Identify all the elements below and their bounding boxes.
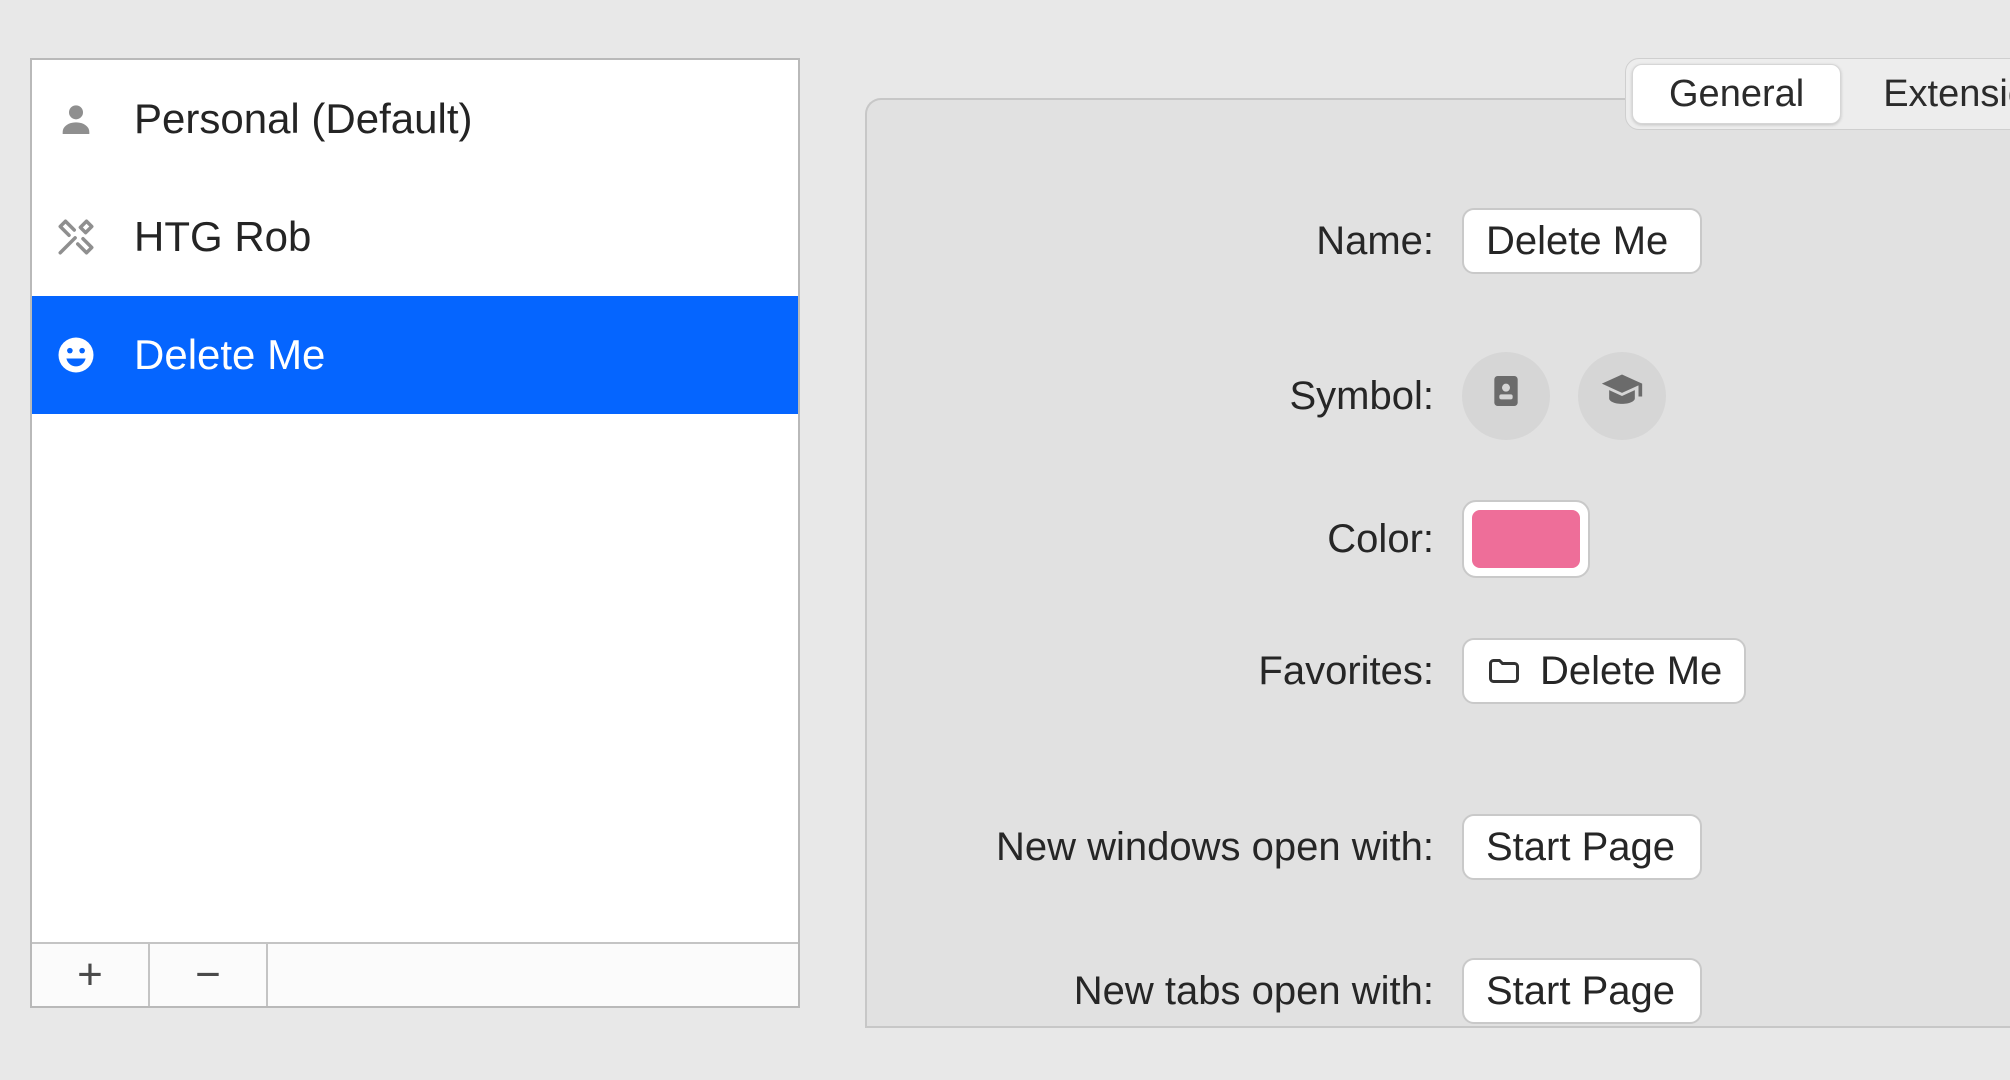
folder-icon (1486, 653, 1522, 689)
new-tabs-label: New tabs open with: (867, 969, 1462, 1014)
tab-extensions[interactable]: Extensions (1847, 64, 2010, 124)
smiley-icon (52, 331, 100, 379)
favorites-value: Delete Me (1540, 649, 1722, 694)
favorites-label: Favorites: (867, 649, 1462, 694)
profiles-sidebar: Personal (Default) HTG Rob (30, 58, 800, 1008)
tab-label: Extensions (1883, 73, 2010, 116)
symbol-option-id-card[interactable] (1462, 352, 1550, 440)
name-value: Delete Me (1486, 219, 1668, 264)
detail-tab-bar: General Extensions (1625, 58, 2010, 130)
person-icon (52, 95, 100, 143)
id-card-icon (1486, 371, 1526, 421)
name-label: Name: (867, 219, 1462, 264)
form-row-new-tabs: New tabs open with: Start Page (867, 958, 2010, 1024)
profile-label: HTG Rob (134, 213, 311, 261)
profile-row-delete-me[interactable]: Delete Me (32, 296, 798, 414)
color-picker[interactable] (1462, 500, 1590, 578)
new-windows-label: New windows open with: (867, 825, 1462, 870)
profiles-list: Personal (Default) HTG Rob (32, 60, 798, 942)
profile-label: Delete Me (134, 331, 325, 379)
new-tabs-dropdown[interactable]: Start Page (1462, 958, 1702, 1024)
new-windows-dropdown[interactable]: Start Page (1462, 814, 1702, 880)
add-profile-button[interactable]: + (32, 944, 150, 1006)
sidebar-footer: + − (32, 942, 798, 1006)
color-swatch (1472, 510, 1580, 568)
profile-row-htg-rob[interactable]: HTG Rob (32, 178, 798, 296)
tab-general[interactable]: General (1632, 64, 1841, 124)
profile-row-personal[interactable]: Personal (Default) (32, 60, 798, 178)
favorites-dropdown[interactable]: Delete Me (1462, 638, 1746, 704)
new-windows-value: Start Page (1486, 825, 1675, 870)
form-row-name: Name: Delete Me (867, 208, 2010, 274)
profile-label: Personal (Default) (134, 95, 472, 143)
form-row-symbol: Symbol: (867, 352, 2010, 440)
remove-profile-button[interactable]: − (150, 944, 268, 1006)
symbol-option-graduation[interactable] (1578, 352, 1666, 440)
name-input[interactable]: Delete Me (1462, 208, 1702, 274)
tab-label: General (1669, 73, 1804, 116)
form-row-favorites: Favorites: Delete Me (867, 638, 2010, 704)
symbol-label: Symbol: (867, 374, 1462, 419)
new-tabs-value: Start Page (1486, 969, 1675, 1014)
graduation-cap-icon (1600, 369, 1644, 423)
profile-form: Name: Delete Me Symbol: (867, 208, 2010, 1024)
tools-icon (52, 213, 100, 261)
color-label: Color: (867, 517, 1462, 562)
profile-detail-panel: Name: Delete Me Symbol: (865, 98, 2010, 1028)
minus-icon: − (195, 950, 221, 1000)
plus-icon: + (77, 950, 103, 1000)
form-row-color: Color: (867, 500, 2010, 578)
form-row-new-windows: New windows open with: Start Page (867, 814, 2010, 880)
